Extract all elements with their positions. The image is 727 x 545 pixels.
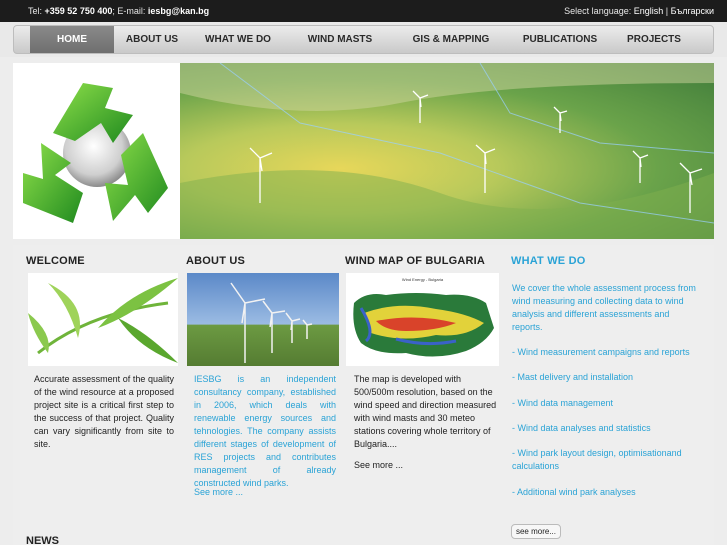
map-caption: Wind Energy - Bulgaria xyxy=(401,277,444,282)
nav-home[interactable]: HOME xyxy=(30,26,114,53)
nav-wrapper: HOME ABOUT US WHAT WE DO WIND MASTS GIS … xyxy=(0,22,727,57)
language-selector: Select language: English | Български xyxy=(564,6,714,16)
tel-label: Tel: xyxy=(28,6,43,16)
content-area: WELCOME Accurate assessment of the quali… xyxy=(13,245,714,545)
about-text: IESBG is an independent consultancy comp… xyxy=(194,374,336,488)
language-english-link[interactable]: English xyxy=(634,6,664,16)
nav-projects[interactable]: PROJECTS xyxy=(612,26,696,53)
about-see-more-link[interactable]: See more ... xyxy=(194,487,243,497)
nav-what-we-do[interactable]: WHAT WE DO xyxy=(190,26,286,53)
what-we-do-intro: We cover the whole assessment process fr… xyxy=(512,283,696,332)
language-label: Select language: xyxy=(564,6,632,16)
language-separator: | xyxy=(665,6,669,16)
news-title: NEWS xyxy=(26,535,59,545)
hero-banner xyxy=(13,63,714,239)
main-nav: HOME ABOUT US WHAT WE DO WIND MASTS GIS … xyxy=(13,25,714,54)
top-bar: Tel: +359 52 750 400; E-mail: iesbg@kan.… xyxy=(0,0,727,22)
wind-map-title: WIND MAP OF BULGARIA xyxy=(345,255,486,267)
service-item[interactable]: - Additional wind park analyses xyxy=(512,486,707,499)
welcome-text: Accurate assessment of the quality of th… xyxy=(34,374,174,449)
wind-turbines-photo xyxy=(187,273,339,366)
what-we-do-see-more-button[interactable]: see more... xyxy=(511,524,561,539)
nav-gis-mapping[interactable]: GIS & MAPPING xyxy=(394,26,508,53)
language-bulgarian-link[interactable]: Български xyxy=(671,6,714,16)
nav-about-us[interactable]: ABOUT US xyxy=(114,26,190,53)
service-item[interactable]: - Wind data analyses and statistics xyxy=(512,422,707,435)
welcome-title: WELCOME xyxy=(26,255,85,267)
service-item[interactable]: - Wind data management xyxy=(512,397,707,410)
what-we-do-title: WHAT WE DO xyxy=(511,255,586,267)
nav-wind-masts[interactable]: WIND MASTS xyxy=(286,26,394,53)
phone-number: +359 52 750 400 xyxy=(44,6,113,16)
recycle-logo-image xyxy=(13,63,180,239)
wind-map-see-more-link[interactable]: See more ... xyxy=(354,460,403,470)
email-address[interactable]: iesbg@kan.bg xyxy=(148,6,209,16)
service-item[interactable]: - Mast delivery and installation xyxy=(512,371,707,384)
service-item[interactable]: - Wind park layout design, optimisationa… xyxy=(512,447,697,473)
wind-farm-terrain-image xyxy=(180,63,714,239)
contact-info: Tel: +359 52 750 400; E-mail: iesbg@kan.… xyxy=(28,6,209,16)
nav-publications[interactable]: PUBLICATIONS xyxy=(508,26,612,53)
bulgaria-wind-map-image[interactable]: Wind Energy - Bulgaria xyxy=(346,273,499,366)
about-title: ABOUT US xyxy=(186,255,246,267)
bamboo-leaves-image xyxy=(28,273,178,366)
wind-map-text: The map is developed with 500/500m resol… xyxy=(354,374,497,449)
service-item[interactable]: - Wind measurement campaigns and reports xyxy=(512,346,707,359)
email-label: ; E-mail: xyxy=(112,6,146,16)
